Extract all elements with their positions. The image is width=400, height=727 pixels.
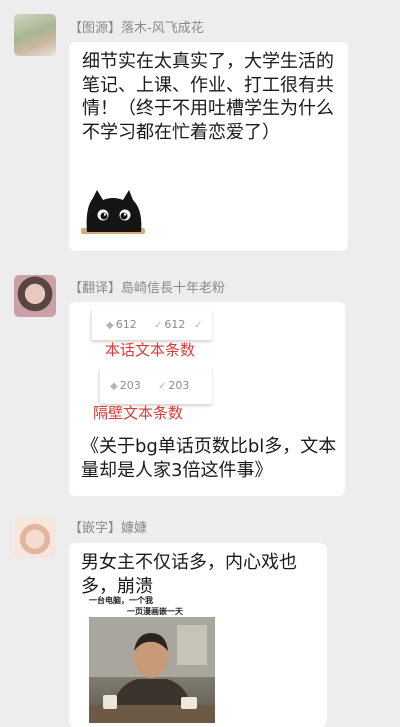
- sender-role-tag: 【翻译】: [69, 281, 122, 296]
- likes-count: 612: [115, 318, 137, 331]
- message-text: 男女主不仅话多，内心戏也多，崩溃: [81, 552, 297, 597]
- avatar[interactable]: [14, 275, 56, 317]
- checks-stat: ✓ 612: [154, 318, 185, 331]
- checks-stat: ✓ 203: [158, 379, 189, 392]
- double-check-icon: ✓: [194, 320, 203, 331]
- sender-role-tag: 【图源】: [69, 21, 122, 36]
- thumbs-up-icon: ◆: [110, 381, 118, 392]
- avatar[interactable]: [14, 516, 56, 558]
- message-bubble[interactable]: 细节实在太真实了，大学生活的笔记、上课、作业、打工很有共情！（终于不用吐槽学生为…: [69, 42, 348, 251]
- check-icon: ✓: [158, 381, 167, 392]
- annotation-neighbor: 隔壁文本条数: [93, 404, 184, 422]
- message-text: 细节实在太真实了，大学生活的笔记、上课、作业、打工很有共情！（终于不用吐槽学生为…: [82, 51, 334, 143]
- meme-photo: [89, 617, 215, 723]
- sender-nickname: 島崎信長十年老粉: [121, 281, 226, 296]
- man-at-desk-illustration: [89, 617, 215, 723]
- likes-count: 203: [119, 379, 141, 392]
- message-text: 《关于bg单话页数比bl多，文本量却是人家3倍这件事》: [81, 436, 337, 481]
- sender-nickname: 落木-风飞成花: [121, 21, 204, 36]
- sender-nickname: 嫝嫝: [121, 521, 148, 536]
- screenshot-snippet-this-chapter: ◆ 612 ✓ 612 ✓: [91, 310, 212, 340]
- checks-count: 612: [164, 318, 186, 331]
- thumbs-up-icon: ◆: [106, 320, 114, 331]
- black-cat-sticker: [81, 190, 145, 234]
- sender-name: 【图源】落木-风飞成花: [69, 17, 204, 36]
- annotation-this-chapter: 本话文本条数: [105, 341, 196, 359]
- checks-count: 203: [168, 379, 190, 392]
- meme-image[interactable]: 一台电脑，一个我 一页漫画嵌一天: [87, 593, 217, 723]
- sender-name: 【翻译】島崎信長十年老粉: [69, 277, 225, 296]
- sender-role-tag: 【嵌字】: [69, 521, 122, 536]
- avatar[interactable]: [14, 14, 56, 56]
- message-bubble[interactable]: ◆ 612 ✓ 612 ✓ 本话文本条数 ◆ 203 ✓ 203 隔壁文本条数 《关于b…: [69, 302, 345, 496]
- message-bubble[interactable]: 男女主不仅话多，内心戏也多，崩溃 一台电脑，一个我 一页漫画嵌一天: [69, 543, 327, 727]
- check-icon: ✓: [154, 320, 163, 331]
- likes-stat: ◆ 612: [106, 318, 137, 331]
- likes-stat: ◆ 203: [110, 379, 141, 392]
- meme-caption: 一台电脑，一个我: [89, 596, 153, 605]
- meme-caption: 一页漫画嵌一天: [127, 607, 183, 616]
- sender-name: 【嵌字】嫝嫝: [69, 517, 147, 536]
- screenshot-snippet-neighbor: ◆ 203 ✓ 203: [99, 369, 212, 404]
